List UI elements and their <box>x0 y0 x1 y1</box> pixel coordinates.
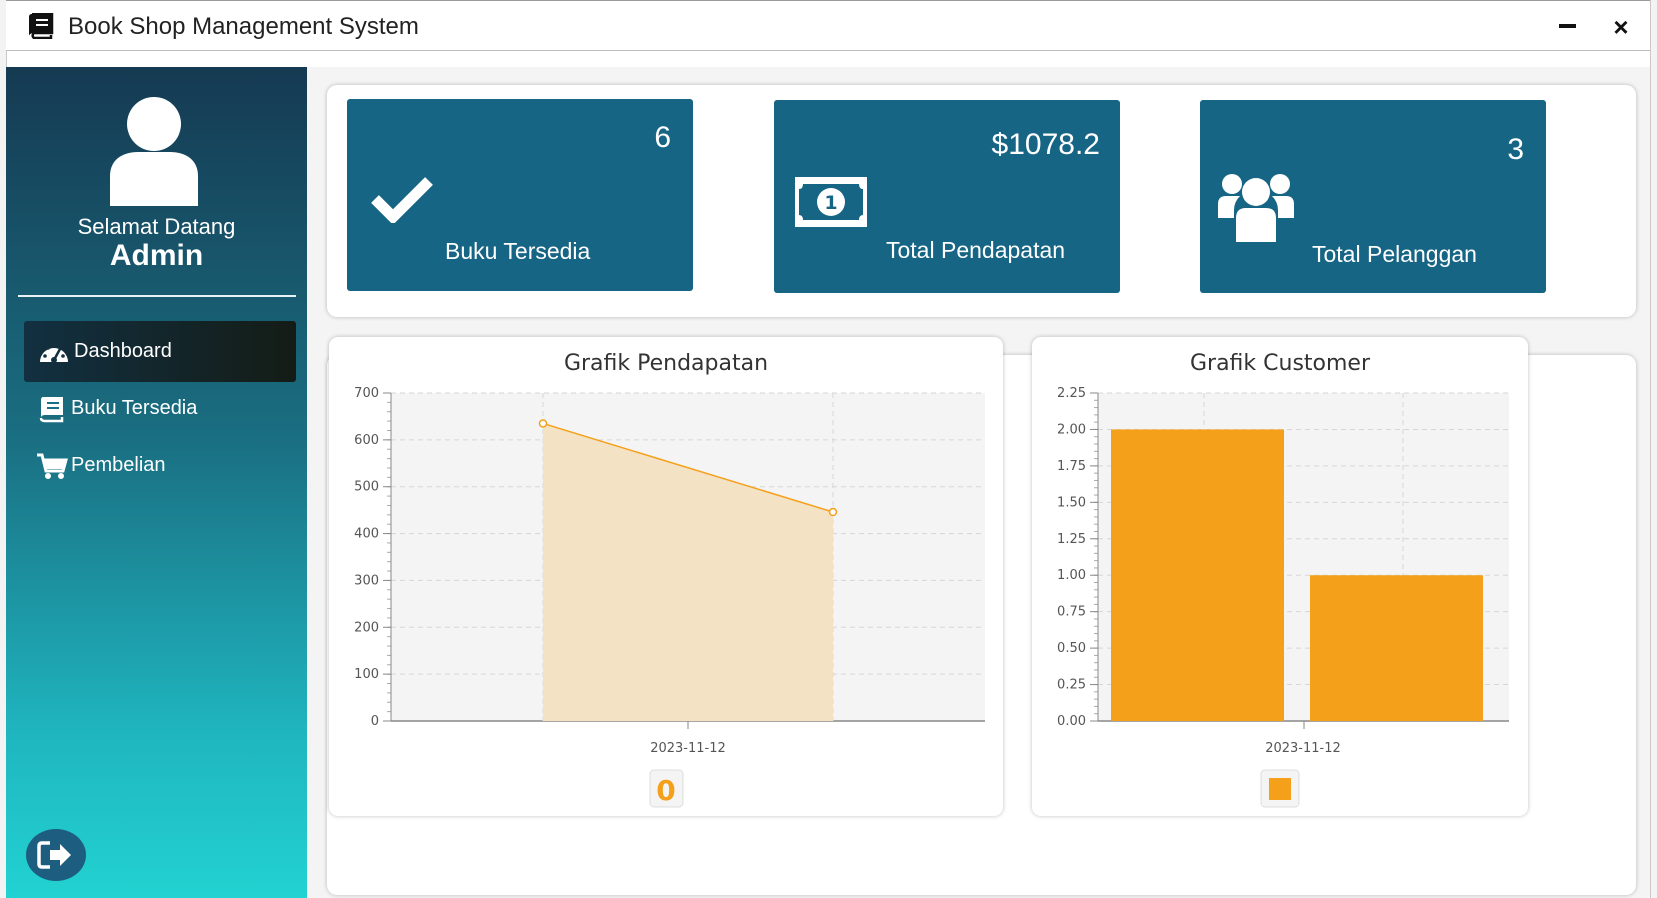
stat-card-total-pendapatan: $1078.2 1 Total Pendapatan <box>774 100 1120 293</box>
chart-pendapatan-panel: Grafik Pendapatan 0 100 200 300 400 500 600 700 2… <box>329 337 1003 816</box>
chart2-y-tick-label: 0.75 <box>1057 605 1086 620</box>
sidebar-item-dashboard[interactable]: Dashboard <box>24 321 296 382</box>
legend-marker: 0 <box>656 774 675 807</box>
sidebar-item-buku-tersedia[interactable]: Buku Tersedia <box>24 378 296 439</box>
chart1-y-tick-label: 600 <box>354 433 379 448</box>
chart2-y-tick-label: 0.50 <box>1057 641 1086 656</box>
chart2-y-tick-label: 1.25 <box>1057 532 1086 547</box>
minimize-icon <box>1559 24 1576 28</box>
sidebar-item-pembelian[interactable]: Pembelian <box>24 435 296 496</box>
book-icon <box>39 397 64 423</box>
user-role: Admin <box>109 239 204 272</box>
chart2-y-tick-label: 0.25 <box>1057 678 1086 693</box>
logout-icon <box>37 841 71 869</box>
check-icon <box>371 177 433 223</box>
chart2-y-tick-label: 0.00 <box>1057 714 1086 729</box>
stat-label: Buku Tersedia <box>445 238 591 264</box>
x-tick-label: 2023-11-12 <box>1265 741 1341 756</box>
main-content: 6 Buku Tersedia $1078.2 1 Total Pendapat… <box>307 67 1650 898</box>
chart2-y-tick-label: 1.00 <box>1057 568 1086 583</box>
users-icon <box>1218 174 1294 242</box>
legend-marker <box>1269 778 1291 800</box>
user-avatar-icon <box>110 97 198 206</box>
chart1-y-tick-label: 500 <box>354 480 379 495</box>
chart-customer-panel: Grafik Customer 0.00 0.25 0.50 0.75 1.00 1.25 1… <box>1032 337 1528 816</box>
chart1-y-tick-label: 100 <box>354 667 379 682</box>
chart1-y-tick-label: 200 <box>354 620 379 635</box>
stat-value: $1078.2 <box>991 128 1100 161</box>
data-point <box>538 419 548 428</box>
sidebar-item-label: Pembelian <box>71 454 166 476</box>
bar <box>1111 429 1284 721</box>
cart-icon <box>37 453 68 479</box>
sidebar-item-label: Buku Tersedia <box>71 397 198 419</box>
chart-title: Grafik Customer <box>1190 351 1371 376</box>
title-bar: Book Shop Management System × <box>6 0 1650 51</box>
welcome-text: Selamat Datang <box>77 214 236 239</box>
book-icon <box>29 13 54 39</box>
close-button[interactable]: × <box>1606 11 1636 42</box>
chart2-y-tick-label: 1.50 <box>1057 495 1086 510</box>
stat-card-total-pelanggan: 3 Total Pelanggan <box>1200 100 1546 293</box>
logout-button[interactable] <box>26 829 86 881</box>
chart1-y-tick-label: 300 <box>354 573 379 588</box>
stat-card-buku-tersedia: 6 Buku Tersedia <box>347 99 693 291</box>
chart-title: Grafik Pendapatan <box>564 351 768 376</box>
background-window-edge-right <box>1650 0 1657 898</box>
bar <box>1310 575 1483 721</box>
dashboard-icon <box>40 343 68 363</box>
x-tick-label: 2023-11-12 <box>650 741 726 756</box>
stat-value: 6 <box>654 121 671 154</box>
sidebar-item-label: Dashboard <box>74 340 172 362</box>
chart1-y-tick-label: 700 <box>354 386 379 401</box>
chart2-y-tick-label: 1.75 <box>1057 459 1086 474</box>
stat-label: Total Pelanggan <box>1312 241 1477 267</box>
sidebar-divider <box>18 295 296 297</box>
stats-panel: 6 Buku Tersedia $1078.2 1 Total Pendapat… <box>327 85 1636 317</box>
chart-pendapatan: Grafik Pendapatan 0 100 200 300 400 500 600 700 2… <box>354 351 985 808</box>
chart1-y-tick-label: 400 <box>354 527 379 542</box>
chart1-y-tick-label: 0 <box>371 714 379 729</box>
svg-text:1: 1 <box>824 192 837 214</box>
chart-customer: Grafik Customer 0.00 0.25 0.50 0.75 1.00 1.25 1… <box>1057 351 1509 808</box>
data-point <box>828 507 838 517</box>
money-icon: 1 <box>795 177 867 227</box>
stat-label: Total Pendapatan <box>886 237 1066 263</box>
sidebar: Selamat Datang Admin Dashboard Buku Ters… <box>6 67 307 898</box>
stat-value: 3 <box>1507 133 1524 166</box>
chart2-y-tick-label: 2.00 <box>1057 422 1086 437</box>
minimize-button[interactable] <box>1552 11 1582 41</box>
chart2-y-tick-label: 2.25 <box>1057 386 1086 401</box>
window-title: Book Shop Management System <box>68 13 419 40</box>
